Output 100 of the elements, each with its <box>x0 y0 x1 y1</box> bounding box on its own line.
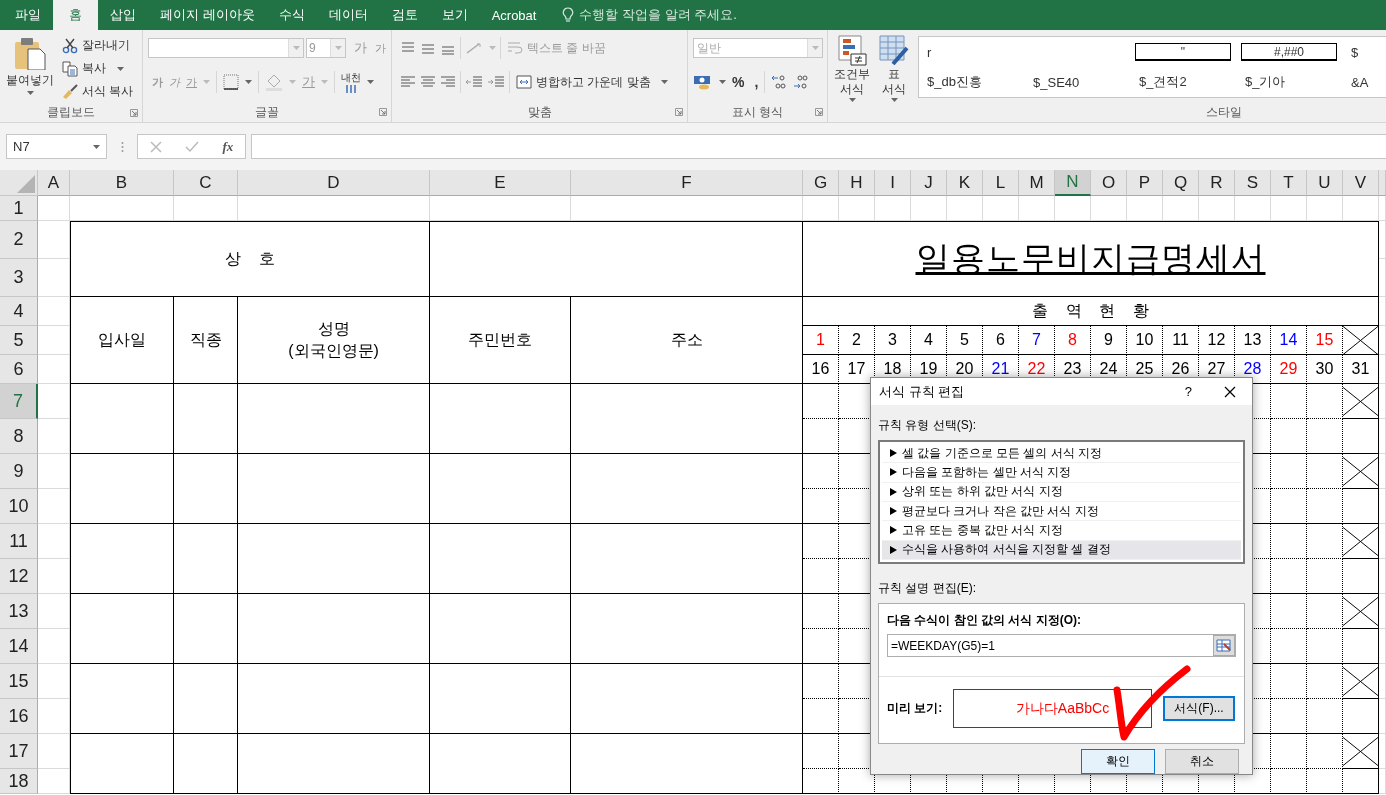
column-header[interactable]: K <box>947 170 983 196</box>
grid-cell[interactable] <box>38 259 70 297</box>
help-button[interactable]: ? <box>1184 384 1192 399</box>
row-header[interactable]: 9 <box>0 454 38 489</box>
close-icon[interactable] <box>1224 385 1236 398</box>
tell-me-field[interactable]: 수행할 작업을 알려 주세요. <box>579 6 737 24</box>
dialog-launcher-icon[interactable] <box>130 109 138 117</box>
align-right-icon[interactable] <box>440 75 456 89</box>
cancel-icon[interactable] <box>149 140 162 153</box>
increase-decimal-icon[interactable] <box>771 74 788 90</box>
rule-type-item[interactable]: 다음을 포함하는 셀만 서식 지정 <box>882 463 1241 483</box>
select-all-button[interactable] <box>0 170 38 196</box>
style-item[interactable]: #,##0 <box>1241 43 1337 61</box>
grid-cell[interactable] <box>839 196 875 221</box>
align-middle-icon[interactable] <box>420 41 436 55</box>
grid-cell[interactable] <box>38 355 70 384</box>
ok-button[interactable]: 확인 <box>1081 749 1155 774</box>
grid-cell[interactable] <box>1379 355 1386 384</box>
grid-cell[interactable] <box>1379 734 1386 769</box>
ribbon-tab[interactable]: 검토 <box>379 0 430 30</box>
column-header[interactable]: L <box>983 170 1019 196</box>
style-item[interactable]: r <box>927 44 932 60</box>
ribbon-tab[interactable]: 파일 <box>3 0 53 30</box>
grid-cell[interactable] <box>38 524 70 559</box>
grid-cell[interactable] <box>38 196 70 221</box>
name-box[interactable]: N7 <box>6 134 107 159</box>
grid-cell[interactable] <box>1379 454 1386 489</box>
ribbon-tab[interactable]: 페이지 레이아웃 <box>148 0 267 30</box>
grid-cell[interactable] <box>1379 594 1386 629</box>
grid-cell[interactable] <box>1199 196 1235 221</box>
grid-cell[interactable] <box>1379 221 1386 259</box>
grid-cell[interactable] <box>1379 524 1386 559</box>
paste-button[interactable]: 붙여넣기 <box>4 34 56 103</box>
format-as-table-button[interactable]: 표 서식 <box>874 32 914 102</box>
column-header[interactable]: R <box>1199 170 1235 196</box>
cancel-button[interactable]: 취소 <box>1165 749 1239 774</box>
column-header[interactable]: O <box>1091 170 1127 196</box>
grid-cell[interactable] <box>1379 489 1386 524</box>
insert-function-button[interactable]: fx <box>222 138 234 155</box>
column-header[interactable]: J <box>911 170 947 196</box>
grid-cell[interactable] <box>38 734 70 769</box>
grid-cell[interactable] <box>38 699 70 734</box>
grid-cell[interactable] <box>1235 196 1271 221</box>
column-header[interactable]: H <box>839 170 875 196</box>
grid-cell[interactable] <box>1379 419 1386 454</box>
format-button[interactable]: 서식(F)... <box>1163 696 1235 721</box>
row-header[interactable]: 8 <box>0 419 38 454</box>
borders-icon[interactable] <box>223 74 239 90</box>
rule-type-item[interactable]: 평균보다 크거나 작은 값만 서식 지정 <box>882 502 1241 522</box>
column-header[interactable]: V <box>1343 170 1379 196</box>
grid-cell[interactable] <box>1379 196 1386 221</box>
dialog-launcher-icon[interactable] <box>675 108 683 116</box>
grid-cell[interactable] <box>1271 196 1307 221</box>
grid-cell[interactable] <box>875 196 911 221</box>
grid-cell[interactable] <box>38 559 70 594</box>
row-header[interactable]: 12 <box>0 559 38 594</box>
row-header[interactable]: 2 <box>0 221 38 259</box>
align-top-icon[interactable] <box>400 41 416 55</box>
grid-cell[interactable] <box>803 196 839 221</box>
column-header[interactable]: N <box>1055 170 1091 196</box>
grid-cell[interactable] <box>238 196 430 221</box>
grid-cell[interactable] <box>38 221 70 259</box>
column-header[interactable]: D <box>238 170 430 196</box>
grid-cell[interactable] <box>38 326 70 355</box>
grid-cell[interactable] <box>1379 629 1386 664</box>
font-name-field[interactable] <box>148 38 304 58</box>
row-header[interactable]: 3 <box>0 259 38 297</box>
currency-icon[interactable] <box>693 74 713 90</box>
copy-button[interactable]: 복사 <box>60 57 136 80</box>
range-select-icon[interactable] <box>1213 635 1235 656</box>
grid-cell[interactable] <box>1379 384 1386 419</box>
column-header[interactable]: I <box>875 170 911 196</box>
row-header[interactable]: 6 <box>0 355 38 384</box>
grid-cell[interactable] <box>430 196 571 221</box>
column-header[interactable]: M <box>1019 170 1055 196</box>
row-header[interactable]: 1 <box>0 196 38 221</box>
column-header[interactable]: P <box>1127 170 1163 196</box>
style-item[interactable]: $_db진흥 <box>927 73 982 91</box>
grid-cell[interactable] <box>1379 559 1386 594</box>
column-header[interactable]: T <box>1271 170 1307 196</box>
ribbon-tab[interactable]: 삽입 <box>98 0 148 30</box>
rule-type-item[interactable]: 고유 또는 중복 값만 서식 지정 <box>882 521 1241 541</box>
column-header[interactable]: C <box>174 170 238 196</box>
ribbon-tab[interactable]: Acrobat <box>479 0 549 30</box>
comma-button[interactable]: , <box>754 74 759 90</box>
grid-cell[interactable] <box>1379 664 1386 699</box>
grid-cell[interactable] <box>1379 259 1386 297</box>
grid-cell[interactable] <box>1091 196 1127 221</box>
column-header[interactable]: S <box>1235 170 1271 196</box>
column-header[interactable]: U <box>1307 170 1343 196</box>
enter-icon[interactable] <box>185 140 200 153</box>
formula-input[interactable] <box>251 134 1386 159</box>
grid-cell[interactable] <box>1379 297 1386 326</box>
percent-button[interactable]: % <box>732 74 745 90</box>
grid-cell[interactable] <box>1163 196 1199 221</box>
row-header[interactable]: 13 <box>0 594 38 629</box>
grid-cell[interactable] <box>38 384 70 419</box>
grid-cell[interactable] <box>38 419 70 454</box>
grid-cell[interactable] <box>38 769 70 794</box>
align-center-icon[interactable] <box>420 75 436 89</box>
